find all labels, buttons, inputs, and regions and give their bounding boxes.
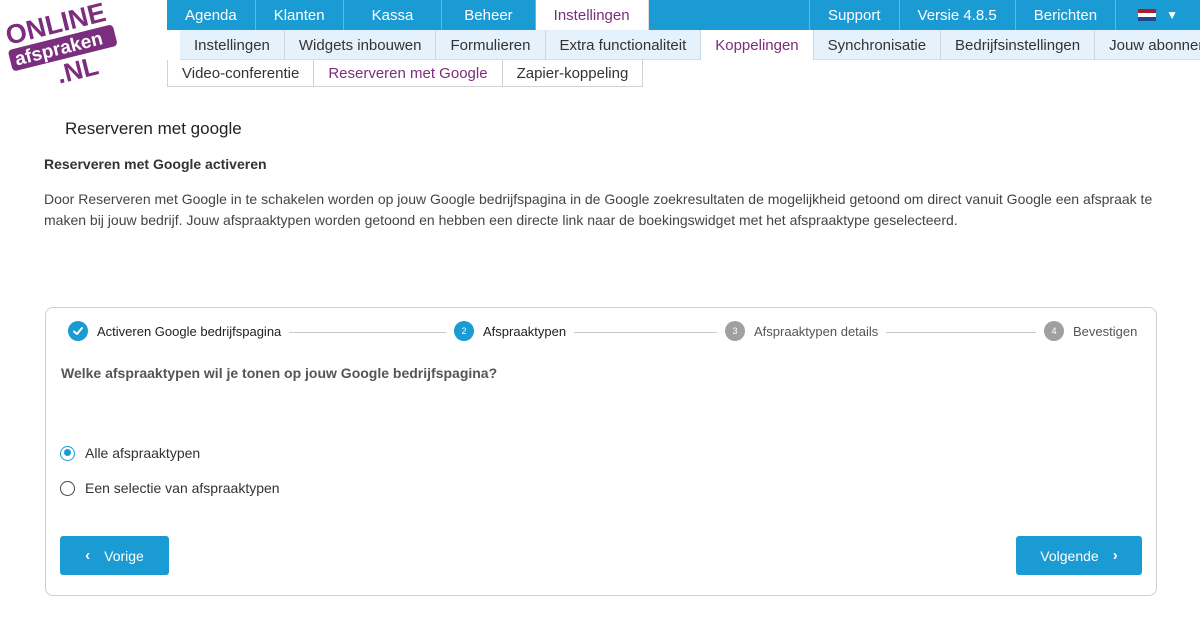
question-text: Welke afspraaktypen wil je tonen op jouw…: [61, 365, 498, 381]
koppelingen-tabs: Video-conferentie Reserveren met Google …: [167, 60, 644, 87]
option-selectie-afspraaktypen[interactable]: Een selectie van afspraaktypen: [60, 480, 280, 496]
step-1-label: Activeren Google bedrijfspagina: [97, 323, 282, 339]
previous-button[interactable]: ‹ Vorige: [60, 536, 169, 575]
description-text: Door Reserveren met Google in te schakel…: [44, 191, 1153, 228]
settings-subnav: Instellingen Widgets inbouwen Formuliere…: [180, 30, 1200, 60]
step-3-number: 3: [725, 321, 745, 341]
nav-versie[interactable]: Versie 4.8.5: [900, 0, 1016, 30]
step-2-label: Afspraaktypen: [483, 323, 567, 339]
previous-button-label: Vorige: [104, 547, 144, 564]
online-afspraken-logo[interactable]: ONLINE afspraken .NL: [1, 0, 118, 91]
chevron-left-icon: ‹: [85, 547, 91, 564]
page-title: Reserveren met google: [65, 119, 242, 138]
section-heading: Reserveren met Google activeren: [44, 156, 267, 172]
tab-reserveren-met-google[interactable]: Reserveren met Google: [314, 60, 503, 86]
tab-video-conferentie[interactable]: Video-conferentie: [168, 60, 315, 86]
step-connector: [568, 332, 718, 333]
step-3-label: Afspraaktypen details: [754, 323, 879, 339]
radio-button-checked[interactable]: [60, 445, 75, 461]
caret-down-icon: ▼: [1166, 8, 1178, 22]
nav-agenda[interactable]: Agenda: [167, 0, 256, 30]
language-selector[interactable]: ▼: [1116, 0, 1200, 30]
step-4-number: 4: [1044, 321, 1064, 341]
step-4[interactable]: 4 Bevestigen: [1036, 321, 1146, 341]
chevron-right-icon: ›: [1112, 547, 1118, 564]
nav-kassa[interactable]: Kassa: [344, 0, 443, 30]
nav-support[interactable]: Support: [810, 0, 900, 30]
nav-berichten[interactable]: Berichten: [1016, 0, 1117, 30]
radio-button[interactable]: [60, 480, 75, 496]
step-2-number: 2: [454, 321, 474, 341]
subnav-jouw-abonnement[interactable]: Jouw abonnement: [1095, 30, 1200, 60]
next-button-label: Volgende: [1040, 547, 1099, 564]
check-icon: [68, 321, 88, 341]
nav-instellingen[interactable]: Instellingen: [535, 0, 649, 30]
option-label: Een selectie van afspraaktypen: [85, 480, 280, 496]
subnav-widgets-inbouwen[interactable]: Widgets inbouwen: [285, 30, 437, 60]
subnav-bedrijfsinstellingen[interactable]: Bedrijfsinstellingen: [941, 30, 1096, 60]
netherlands-flag-icon: [1138, 9, 1157, 21]
subnav-formulieren[interactable]: Formulieren: [436, 30, 546, 60]
step-4-label: Bevestigen: [1073, 323, 1138, 339]
subnav-koppelingen[interactable]: Koppelingen: [701, 30, 814, 60]
option-alle-afspraaktypen[interactable]: Alle afspraaktypen: [60, 445, 200, 461]
nav-spacer: [649, 0, 810, 30]
subnav-instellingen[interactable]: Instellingen: [180, 30, 285, 60]
wizard-steps: Activeren Google bedrijfspagina 2 Afspra…: [68, 321, 1146, 345]
step-connector: [883, 332, 1048, 333]
nav-beheer[interactable]: Beheer: [442, 0, 536, 30]
subnav-synchronisatie[interactable]: Synchronisatie: [814, 30, 942, 60]
step-connector: [288, 332, 458, 333]
main-navigation: Agenda Klanten Kassa Beheer Instellingen…: [167, 0, 1200, 30]
subnav-extra-functionaliteit[interactable]: Extra functionaliteit: [546, 30, 702, 60]
tab-zapier-koppeling[interactable]: Zapier-koppeling: [503, 60, 643, 86]
step-1[interactable]: Activeren Google bedrijfspagina: [68, 321, 290, 341]
option-label: Alle afspraaktypen: [85, 445, 201, 461]
next-button[interactable]: Volgende ›: [1016, 536, 1142, 575]
nav-klanten[interactable]: Klanten: [256, 0, 344, 30]
step-2[interactable]: 2 Afspraaktypen: [446, 321, 575, 341]
step-3[interactable]: 3 Afspraaktypen details: [717, 321, 887, 341]
wizard-card: Activeren Google bedrijfspagina 2 Afspra…: [45, 307, 1157, 596]
